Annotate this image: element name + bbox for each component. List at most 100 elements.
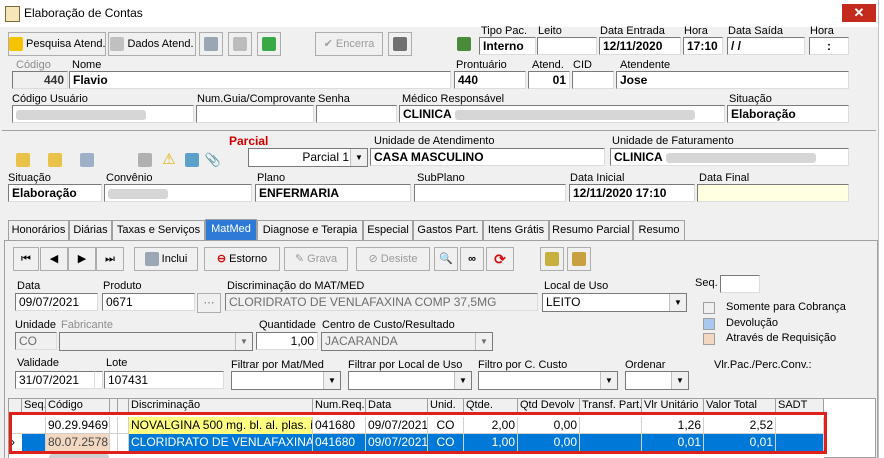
tab-itens-gratis[interactable]: Itens Grátis [483, 220, 549, 240]
grava-button[interactable]: ✎ Grava [284, 247, 348, 271]
seq-field[interactable] [720, 275, 760, 293]
tab-gastos-part[interactable]: Gastos Part. [413, 220, 483, 240]
first-record-button[interactable]: ⏮ [13, 247, 39, 271]
last-record-button[interactable]: ⏭ [96, 247, 124, 271]
grid-header-num-req[interactable]: Num.Req. [313, 399, 366, 413]
tab-taxas-servicos[interactable]: Taxas e Serviços [112, 220, 205, 240]
grid-header-valor-total[interactable]: Valor Total [704, 399, 776, 413]
cell-qtd-devolv: 0,00 [518, 434, 580, 451]
tipo-pac-field[interactable]: Interno [479, 37, 536, 55]
tab-honorarios[interactable]: Honorários [8, 220, 69, 240]
grid-header-qtd-devolv[interactable]: Qtd Devolv [518, 399, 580, 413]
data-entrada-field[interactable]: 12/11/2020 [599, 37, 681, 55]
unidade-atend-field[interactable]: CASA MASCULINO [370, 148, 605, 166]
transfer-button[interactable] [134, 148, 156, 172]
dados-atend-button[interactable]: Dados Atend. [108, 32, 196, 56]
grid-header-unid[interactable]: Unid. [428, 399, 464, 413]
hora-saida-field[interactable]: : [809, 37, 849, 55]
medico-field[interactable]: CLINICA [399, 105, 725, 123]
produto-field[interactable]: 0671 [102, 293, 195, 311]
open-folder-button[interactable] [12, 148, 34, 172]
folder-button[interactable] [44, 148, 66, 172]
grid-header-flag[interactable] [110, 399, 118, 413]
filtro-local-label: Filtrar por Local de Uso [348, 359, 463, 371]
subplano-field[interactable] [414, 184, 566, 202]
tab-especial[interactable]: Especial [363, 220, 413, 240]
tab-resumo[interactable]: Resumo [633, 220, 685, 240]
lock-button[interactable] [388, 32, 412, 56]
hora-entrada-field[interactable]: 17:10 [683, 37, 723, 55]
next-record-button[interactable]: ▶ [68, 247, 96, 271]
close-button[interactable]: ✕ [842, 4, 876, 22]
calculator-button[interactable] [452, 32, 476, 56]
refresh-button[interactable]: ⟳ [486, 247, 514, 271]
cid-field[interactable] [572, 71, 614, 89]
print-button[interactable] [228, 32, 252, 56]
nome-field[interactable]: Flavio [69, 71, 451, 89]
grid-header-data[interactable]: Data [366, 399, 428, 413]
grid-header-vlr-unitario[interactable]: Vlr Unitário [642, 399, 704, 413]
convenio-field[interactable] [104, 184, 252, 202]
unidade-fat-field[interactable]: CLINICA [610, 148, 849, 166]
tab-resumo-parcial[interactable]: Resumo Parcial [549, 220, 633, 240]
lookup-icon: ⋯ [203, 297, 215, 309]
quantidade-field[interactable]: 1,00 [256, 332, 318, 350]
pin-button[interactable] [567, 247, 591, 271]
tab-diarias[interactable]: Diárias [69, 220, 112, 240]
data-inicial-field[interactable]: 12/11/2020 17:10 [569, 184, 695, 202]
situacao-field[interactable]: Elaboração [727, 105, 849, 123]
atendente-field[interactable]: Jose [616, 71, 849, 89]
centro-custo-select[interactable]: JACARANDA ▼ [321, 332, 493, 351]
num-guia-field[interactable] [196, 105, 314, 123]
pesquisa-atend-button[interactable]: Pesquisa Atend. [8, 32, 106, 56]
data-final-field[interactable] [697, 184, 849, 202]
chevron-down-icon: ▼ [454, 372, 471, 389]
print-setup-button[interactable] [199, 32, 223, 56]
lote-label: Lote [106, 357, 128, 369]
encerra-button[interactable]: ✔ Encerra [315, 32, 383, 56]
chevron-down-icon: ▼ [600, 372, 617, 389]
grid-header-transf-part[interactable]: Transf. Part. [580, 399, 642, 413]
codigo-usuario-field[interactable] [12, 105, 194, 123]
print-green-button[interactable] [257, 32, 281, 56]
filter-button[interactable] [181, 148, 203, 172]
ordenar-select[interactable]: ▼ [625, 371, 689, 390]
grid-header-seq[interactable]: Seq. [22, 399, 46, 413]
prev-record-button[interactable]: ◀ [40, 247, 68, 271]
tab-matmed[interactable]: MatMed [205, 219, 257, 241]
grid-header-flag2[interactable] [118, 399, 129, 413]
produto-lookup-button[interactable]: ⋯ [197, 293, 221, 313]
estorno-button[interactable]: ⊖ Estorno [204, 247, 280, 271]
parcial-select[interactable]: Parcial 1 ▼ [248, 148, 368, 167]
grid-header-sadt[interactable]: SADT [776, 399, 824, 413]
filtro-matmed-select[interactable]: ▼ [231, 371, 341, 390]
atend-field[interactable]: 01 [528, 71, 570, 89]
filtro-custo-select[interactable]: ▼ [478, 371, 618, 390]
tab-diagnose-terapia[interactable]: Diagnose e Terapia [257, 220, 363, 240]
prontuario-field[interactable]: 440 [454, 71, 526, 89]
data-field[interactable]: 09/07/2021 [15, 293, 98, 311]
zoom-button[interactable]: 🔍 [434, 247, 458, 271]
warning-button[interactable]: ⚠ [158, 148, 180, 172]
fabricante-select[interactable]: ▼ [59, 332, 253, 351]
parcial-situacao-field[interactable]: Elaboração [8, 184, 102, 202]
validade-field[interactable]: 31/07/2021 [15, 371, 95, 389]
lote-field[interactable]: 107431 [104, 371, 224, 389]
attach-button[interactable]: 📎 [203, 148, 223, 172]
chevron-down-icon: ▼ [671, 372, 688, 389]
codigo-label: Código [16, 59, 51, 71]
local-uso-select[interactable]: LEITO ▼ [542, 293, 687, 312]
plano-field[interactable]: ENFERMARIA [255, 184, 411, 202]
senha-field[interactable] [316, 105, 397, 123]
stamp-button[interactable] [540, 247, 564, 271]
windows-button[interactable] [76, 148, 98, 172]
filtro-local-select[interactable]: ▼ [348, 371, 472, 390]
grid-header-qtde[interactable]: Qtde. [464, 399, 518, 413]
grid-header-codigo[interactable]: Código [46, 399, 110, 413]
grid-header-discriminacao[interactable]: Discriminação [129, 399, 313, 413]
desiste-button[interactable]: ⊘ Desiste [356, 247, 430, 271]
find-button[interactable]: ∞ [460, 247, 484, 271]
leito-field[interactable] [537, 37, 597, 55]
inclui-button[interactable]: Inclui [134, 247, 198, 271]
data-saida-field[interactable]: / / [727, 37, 805, 55]
